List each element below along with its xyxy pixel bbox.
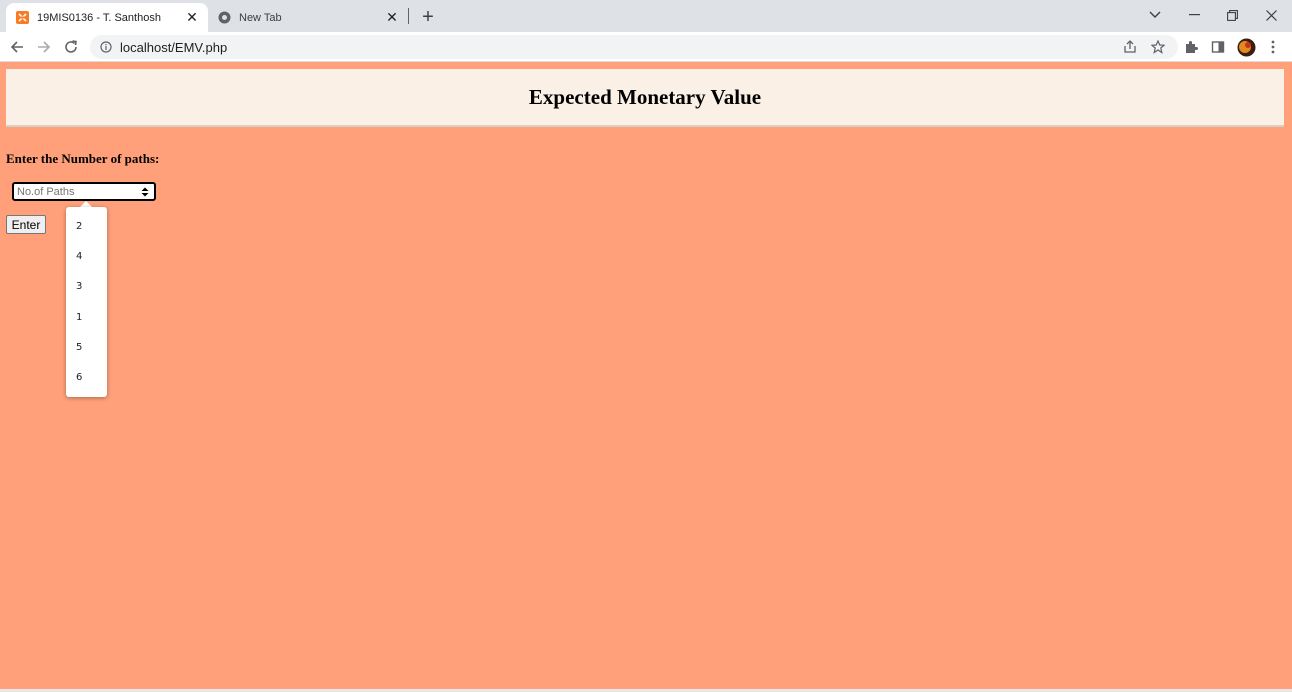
browser-toolbar: localhost/EMV.php <box>0 32 1292 62</box>
side-panel-icon[interactable] <box>1206 35 1230 59</box>
dropdown-option[interactable]: 2 <box>66 211 107 241</box>
close-tab-icon[interactable]: ✕ <box>182 8 202 28</box>
paths-prompt-label: Enter the Number of paths: <box>6 151 160 166</box>
forward-icon[interactable] <box>32 35 56 59</box>
tab-new-tab[interactable]: New Tab ✕ <box>208 3 408 32</box>
close-window-button[interactable] <box>1252 2 1290 28</box>
tab-title: 19MIS0136 - T. Santhosh <box>37 11 161 24</box>
dropdown-option[interactable]: 6 <box>66 362 107 392</box>
xampp-icon <box>16 11 29 24</box>
dropdown-option[interactable]: 5 <box>66 332 107 362</box>
minimize-button[interactable] <box>1175 2 1213 28</box>
page-content: Expected Monetary Value Enter the Number… <box>0 62 1292 689</box>
tab-search-icon[interactable] <box>1136 2 1174 28</box>
back-icon[interactable] <box>5 35 29 59</box>
select-arrows-icon <box>139 186 151 198</box>
profile-avatar[interactable] <box>1234 35 1258 59</box>
new-tab-button[interactable]: + <box>416 5 440 29</box>
menu-kebab-icon[interactable] <box>1261 35 1285 59</box>
tab-active[interactable]: 19MIS0136 - T. Santhosh ✕ <box>6 3 208 32</box>
paths-dropdown-list: 2 4 3 1 5 6 <box>66 207 107 397</box>
paths-select-placeholder: No.of Paths <box>17 185 75 198</box>
enter-button[interactable]: Enter <box>6 215 46 234</box>
close-tab-icon[interactable]: ✕ <box>382 8 402 28</box>
share-icon[interactable] <box>1118 35 1142 59</box>
dropdown-option[interactable]: 1 <box>66 302 107 332</box>
restore-button[interactable] <box>1213 2 1251 28</box>
page-header: Expected Monetary Value <box>6 69 1284 127</box>
info-icon[interactable] <box>98 39 114 55</box>
tab-separator <box>408 8 409 24</box>
tab-strip: 19MIS0136 - T. Santhosh ✕ New Tab ✕ + <box>0 0 1292 32</box>
address-bar[interactable]: localhost/EMV.php <box>90 35 1178 59</box>
extensions-icon[interactable] <box>1179 35 1203 59</box>
tab-title: New Tab <box>239 11 282 24</box>
page-title: Expected Monetary Value <box>528 84 762 109</box>
url-text: localhost/EMV.php <box>120 39 228 55</box>
chrome-icon <box>218 11 231 24</box>
dropdown-option[interactable]: 3 <box>66 271 107 301</box>
dropdown-option[interactable]: 4 <box>66 241 107 271</box>
paths-select[interactable]: No.of Paths <box>12 182 156 201</box>
bookmark-star-icon[interactable] <box>1146 35 1170 59</box>
reload-icon[interactable] <box>59 35 83 59</box>
